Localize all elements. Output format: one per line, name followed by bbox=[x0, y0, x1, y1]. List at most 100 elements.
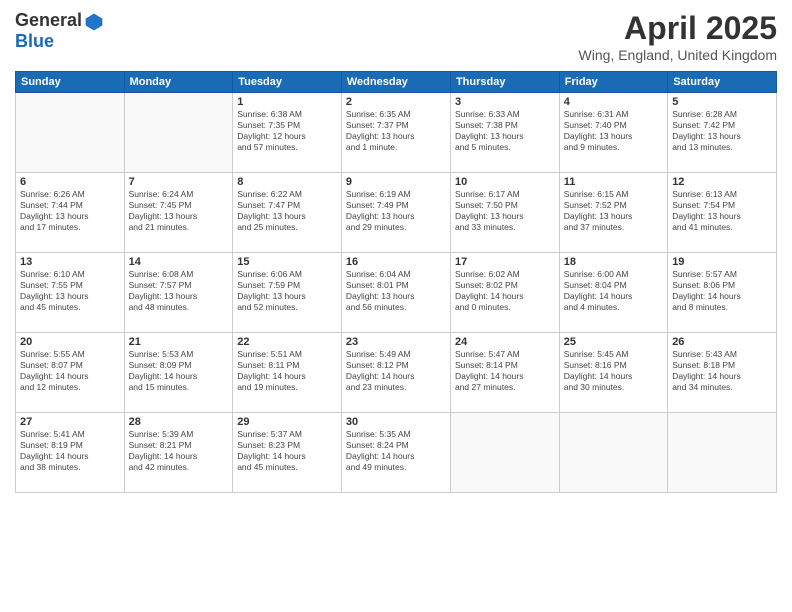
day-number: 2 bbox=[346, 96, 446, 108]
day-number: 28 bbox=[129, 416, 229, 428]
calendar-cell bbox=[559, 413, 667, 493]
day-info: Sunrise: 6:10 AMSunset: 7:55 PMDaylight:… bbox=[20, 269, 120, 313]
logo-blue: Blue bbox=[15, 32, 104, 52]
day-number: 11 bbox=[564, 176, 663, 188]
calendar-cell: 19Sunrise: 5:57 AMSunset: 8:06 PMDayligh… bbox=[668, 253, 777, 333]
day-number: 13 bbox=[20, 256, 120, 268]
title-section: April 2025 Wing, England, United Kingdom bbox=[579, 10, 777, 63]
day-info: Sunrise: 5:41 AMSunset: 8:19 PMDaylight:… bbox=[20, 429, 120, 473]
day-number: 19 bbox=[672, 256, 772, 268]
calendar-cell bbox=[124, 93, 233, 173]
day-info: Sunrise: 6:28 AMSunset: 7:42 PMDaylight:… bbox=[672, 109, 772, 153]
day-info: Sunrise: 6:00 AMSunset: 8:04 PMDaylight:… bbox=[564, 269, 663, 313]
day-number: 1 bbox=[237, 96, 337, 108]
day-number: 8 bbox=[237, 176, 337, 188]
calendar-cell: 26Sunrise: 5:43 AMSunset: 8:18 PMDayligh… bbox=[668, 333, 777, 413]
header-monday: Monday bbox=[124, 72, 233, 93]
day-info: Sunrise: 5:51 AMSunset: 8:11 PMDaylight:… bbox=[237, 349, 337, 393]
day-info: Sunrise: 6:17 AMSunset: 7:50 PMDaylight:… bbox=[455, 189, 555, 233]
calendar-cell: 5Sunrise: 6:28 AMSunset: 7:42 PMDaylight… bbox=[668, 93, 777, 173]
calendar-cell: 6Sunrise: 6:26 AMSunset: 7:44 PMDaylight… bbox=[16, 173, 125, 253]
calendar-cell: 9Sunrise: 6:19 AMSunset: 7:49 PMDaylight… bbox=[341, 173, 450, 253]
day-number: 7 bbox=[129, 176, 229, 188]
calendar-cell: 3Sunrise: 6:33 AMSunset: 7:38 PMDaylight… bbox=[450, 93, 559, 173]
day-info: Sunrise: 6:26 AMSunset: 7:44 PMDaylight:… bbox=[20, 189, 120, 233]
calendar-cell: 30Sunrise: 5:35 AMSunset: 8:24 PMDayligh… bbox=[341, 413, 450, 493]
day-number: 29 bbox=[237, 416, 337, 428]
calendar-week-2: 6Sunrise: 6:26 AMSunset: 7:44 PMDaylight… bbox=[16, 173, 777, 253]
day-info: Sunrise: 6:19 AMSunset: 7:49 PMDaylight:… bbox=[346, 189, 446, 233]
logo-general: General bbox=[15, 11, 82, 31]
weekday-header-row: Sunday Monday Tuesday Wednesday Thursday… bbox=[16, 72, 777, 93]
logo: General Blue bbox=[15, 10, 104, 52]
day-number: 5 bbox=[672, 96, 772, 108]
day-number: 24 bbox=[455, 336, 555, 348]
calendar-cell: 2Sunrise: 6:35 AMSunset: 7:37 PMDaylight… bbox=[341, 93, 450, 173]
location: Wing, England, United Kingdom bbox=[579, 47, 777, 63]
day-number: 27 bbox=[20, 416, 120, 428]
day-info: Sunrise: 6:15 AMSunset: 7:52 PMDaylight:… bbox=[564, 189, 663, 233]
day-info: Sunrise: 5:49 AMSunset: 8:12 PMDaylight:… bbox=[346, 349, 446, 393]
day-number: 3 bbox=[455, 96, 555, 108]
calendar-week-3: 13Sunrise: 6:10 AMSunset: 7:55 PMDayligh… bbox=[16, 253, 777, 333]
page: General Blue April 2025 Wing, England, U… bbox=[0, 0, 792, 612]
day-info: Sunrise: 5:57 AMSunset: 8:06 PMDaylight:… bbox=[672, 269, 772, 313]
day-number: 25 bbox=[564, 336, 663, 348]
calendar-cell bbox=[16, 93, 125, 173]
day-number: 16 bbox=[346, 256, 446, 268]
day-info: Sunrise: 6:08 AMSunset: 7:57 PMDaylight:… bbox=[129, 269, 229, 313]
month-year: April 2025 bbox=[579, 10, 777, 47]
calendar-cell: 12Sunrise: 6:13 AMSunset: 7:54 PMDayligh… bbox=[668, 173, 777, 253]
day-info: Sunrise: 6:13 AMSunset: 7:54 PMDaylight:… bbox=[672, 189, 772, 233]
calendar-week-4: 20Sunrise: 5:55 AMSunset: 8:07 PMDayligh… bbox=[16, 333, 777, 413]
day-number: 20 bbox=[20, 336, 120, 348]
calendar: Sunday Monday Tuesday Wednesday Thursday… bbox=[15, 71, 777, 493]
calendar-cell: 25Sunrise: 5:45 AMSunset: 8:16 PMDayligh… bbox=[559, 333, 667, 413]
day-info: Sunrise: 6:35 AMSunset: 7:37 PMDaylight:… bbox=[346, 109, 446, 153]
day-info: Sunrise: 5:43 AMSunset: 8:18 PMDaylight:… bbox=[672, 349, 772, 393]
calendar-cell: 16Sunrise: 6:04 AMSunset: 8:01 PMDayligh… bbox=[341, 253, 450, 333]
day-info: Sunrise: 6:38 AMSunset: 7:35 PMDaylight:… bbox=[237, 109, 337, 153]
day-number: 22 bbox=[237, 336, 337, 348]
calendar-cell: 29Sunrise: 5:37 AMSunset: 8:23 PMDayligh… bbox=[233, 413, 342, 493]
calendar-cell: 28Sunrise: 5:39 AMSunset: 8:21 PMDayligh… bbox=[124, 413, 233, 493]
header-wednesday: Wednesday bbox=[341, 72, 450, 93]
header-saturday: Saturday bbox=[668, 72, 777, 93]
header-sunday: Sunday bbox=[16, 72, 125, 93]
calendar-cell: 18Sunrise: 6:00 AMSunset: 8:04 PMDayligh… bbox=[559, 253, 667, 333]
day-number: 10 bbox=[455, 176, 555, 188]
day-number: 15 bbox=[237, 256, 337, 268]
calendar-week-1: 1Sunrise: 6:38 AMSunset: 7:35 PMDaylight… bbox=[16, 93, 777, 173]
day-number: 18 bbox=[564, 256, 663, 268]
day-number: 14 bbox=[129, 256, 229, 268]
header-thursday: Thursday bbox=[450, 72, 559, 93]
calendar-cell: 7Sunrise: 6:24 AMSunset: 7:45 PMDaylight… bbox=[124, 173, 233, 253]
calendar-cell: 24Sunrise: 5:47 AMSunset: 8:14 PMDayligh… bbox=[450, 333, 559, 413]
day-info: Sunrise: 5:39 AMSunset: 8:21 PMDaylight:… bbox=[129, 429, 229, 473]
calendar-cell bbox=[450, 413, 559, 493]
day-number: 17 bbox=[455, 256, 555, 268]
day-number: 9 bbox=[346, 176, 446, 188]
day-number: 6 bbox=[20, 176, 120, 188]
day-info: Sunrise: 5:35 AMSunset: 8:24 PMDaylight:… bbox=[346, 429, 446, 473]
day-info: Sunrise: 6:33 AMSunset: 7:38 PMDaylight:… bbox=[455, 109, 555, 153]
header-tuesday: Tuesday bbox=[233, 72, 342, 93]
day-number: 4 bbox=[564, 96, 663, 108]
calendar-cell: 22Sunrise: 5:51 AMSunset: 8:11 PMDayligh… bbox=[233, 333, 342, 413]
header-friday: Friday bbox=[559, 72, 667, 93]
day-info: Sunrise: 5:47 AMSunset: 8:14 PMDaylight:… bbox=[455, 349, 555, 393]
day-info: Sunrise: 6:06 AMSunset: 7:59 PMDaylight:… bbox=[237, 269, 337, 313]
calendar-cell: 8Sunrise: 6:22 AMSunset: 7:47 PMDaylight… bbox=[233, 173, 342, 253]
calendar-cell bbox=[668, 413, 777, 493]
day-number: 12 bbox=[672, 176, 772, 188]
day-info: Sunrise: 5:53 AMSunset: 8:09 PMDaylight:… bbox=[129, 349, 229, 393]
calendar-cell: 14Sunrise: 6:08 AMSunset: 7:57 PMDayligh… bbox=[124, 253, 233, 333]
logo-text: General Blue bbox=[15, 10, 104, 52]
calendar-cell: 13Sunrise: 6:10 AMSunset: 7:55 PMDayligh… bbox=[16, 253, 125, 333]
calendar-cell: 10Sunrise: 6:17 AMSunset: 7:50 PMDayligh… bbox=[450, 173, 559, 253]
calendar-cell: 11Sunrise: 6:15 AMSunset: 7:52 PMDayligh… bbox=[559, 173, 667, 253]
day-number: 23 bbox=[346, 336, 446, 348]
day-info: Sunrise: 6:04 AMSunset: 8:01 PMDaylight:… bbox=[346, 269, 446, 313]
calendar-cell: 17Sunrise: 6:02 AMSunset: 8:02 PMDayligh… bbox=[450, 253, 559, 333]
day-number: 30 bbox=[346, 416, 446, 428]
